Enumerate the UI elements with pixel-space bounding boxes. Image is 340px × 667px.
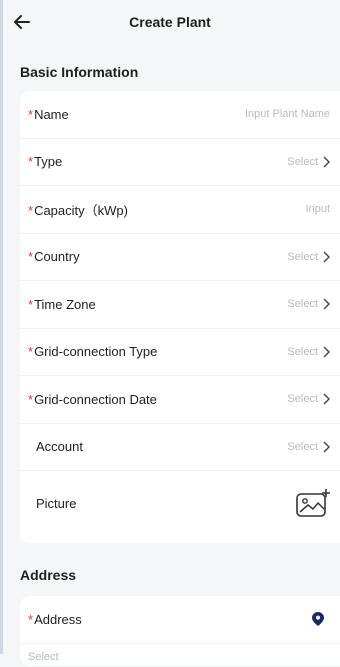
type-label: *Type <box>28 154 63 170</box>
picture-row: Picture <box>20 471 340 535</box>
grid-connection-date-select[interactable]: Select <box>287 393 330 405</box>
page-title: Create Plant <box>129 14 211 30</box>
address-select-row[interactable]: Select <box>20 644 340 667</box>
country-label: *Country <box>28 249 80 265</box>
type-select[interactable]: Select <box>287 156 330 168</box>
time-zone-label: *Time Zone <box>28 296 96 312</box>
section-address: Address <box>20 567 77 583</box>
picture-label: Picture <box>36 495 77 511</box>
basic-info-card: *Name Input Plant Name *Type Select *Cap… <box>20 91 340 543</box>
required-mark: * <box>28 611 34 627</box>
top-bar: Create Plant <box>0 0 340 44</box>
address-select-value: Select <box>28 650 59 663</box>
chevron-right-icon <box>323 393 330 405</box>
capacity-input[interactable]: Input <box>306 203 330 215</box>
account-row[interactable]: Account Select <box>20 424 340 471</box>
address-label: *Address <box>28 611 82 627</box>
capacity-label: *Capacity（kWp) <box>28 202 128 218</box>
country-select[interactable]: Select <box>287 251 330 263</box>
chevron-right-icon <box>323 346 330 358</box>
required-mark: * <box>28 296 34 312</box>
country-row[interactable]: *Country Select <box>20 234 340 281</box>
location-pin-icon[interactable] <box>312 612 324 627</box>
chevron-right-icon <box>323 156 330 168</box>
add-picture-icon[interactable] <box>296 488 330 518</box>
back-arrow-icon <box>14 15 30 29</box>
name-input[interactable]: Input Plant Name <box>245 108 330 120</box>
account-label: Account <box>36 439 83 455</box>
address-row[interactable]: *Address <box>20 596 340 644</box>
grid-connection-type-label: *Grid-connection Type <box>28 344 158 360</box>
back-button[interactable] <box>14 10 42 34</box>
section-basic-information: Basic Information <box>20 64 139 80</box>
grid-connection-type-select[interactable]: Select <box>287 346 330 358</box>
required-mark: * <box>28 202 34 218</box>
time-zone-row[interactable]: *Time Zone Select <box>20 281 340 329</box>
required-mark: * <box>28 249 34 265</box>
capacity-row[interactable]: *Capacity（kWp) Input <box>20 186 340 234</box>
time-zone-select[interactable]: Select <box>287 298 330 310</box>
name-label: *Name <box>28 106 69 122</box>
required-mark: * <box>28 154 34 170</box>
grid-connection-type-row[interactable]: *Grid-connection Type Select <box>20 329 340 376</box>
chevron-right-icon <box>323 298 330 310</box>
grid-connection-date-label: *Grid-connection Date <box>28 391 157 407</box>
grid-connection-date-row[interactable]: *Grid-connection Date Select <box>20 376 340 424</box>
address-card: *Address Select <box>20 596 340 666</box>
account-select[interactable]: Select <box>287 441 330 453</box>
type-row[interactable]: *Type Select <box>20 139 340 186</box>
window-edge <box>0 0 3 654</box>
chevron-right-icon <box>323 251 330 263</box>
name-row[interactable]: *Name Input Plant Name <box>20 91 340 139</box>
required-mark: * <box>28 344 34 360</box>
chevron-right-icon <box>323 441 330 453</box>
required-mark: * <box>28 391 34 407</box>
required-mark: * <box>28 106 34 122</box>
